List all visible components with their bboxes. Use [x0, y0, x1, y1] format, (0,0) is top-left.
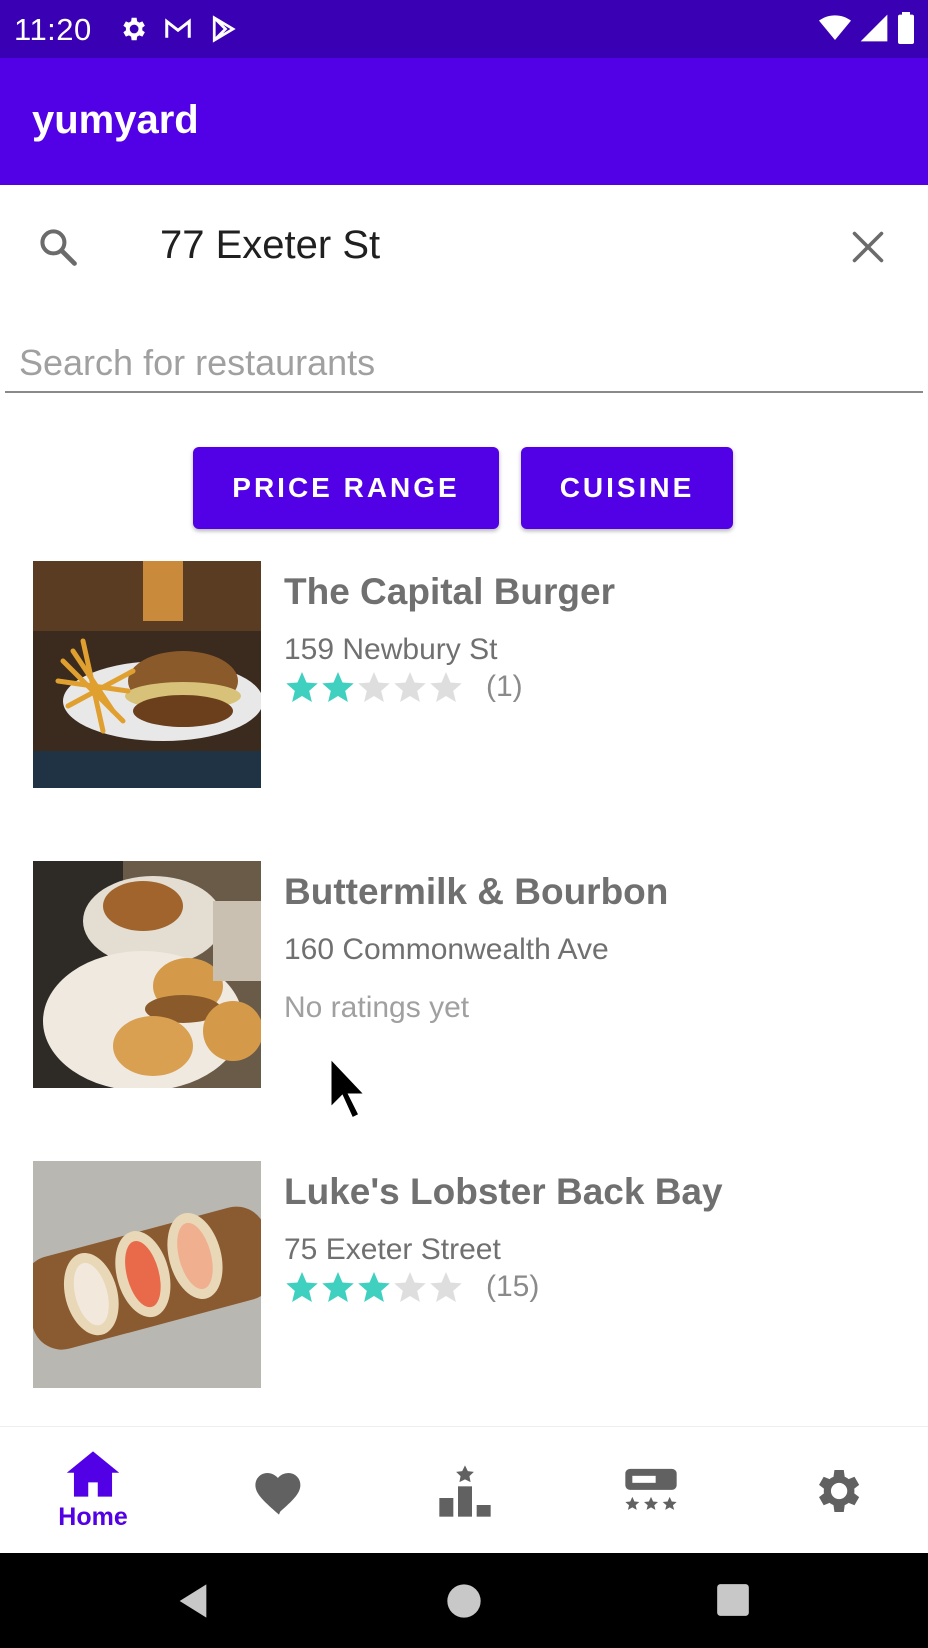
star-filled-icon — [358, 1272, 390, 1302]
status-time: 11:20 — [14, 12, 92, 47]
restaurant-name: Luke's Lobster Back Bay — [284, 1171, 723, 1212]
reviews-icon — [625, 1468, 677, 1510]
restaurant-photo — [33, 1161, 261, 1388]
recents-icon[interactable] — [714, 1581, 752, 1619]
star-empty-icon — [430, 1272, 462, 1302]
cuisine-button[interactable]: CUISINE — [521, 447, 733, 529]
settings-icon — [118, 14, 148, 49]
rating-stars: (15) — [284, 1269, 539, 1305]
restaurant-photo — [33, 861, 261, 1088]
restaurant-item[interactable]: Buttermilk & Bourbon 160 Commonwealth Av… — [0, 861, 928, 1091]
app-title: yumyard — [32, 98, 199, 142]
bottom-navigation: Home — [0, 1426, 928, 1553]
gmail-icon — [162, 14, 194, 49]
app-bar: yumyard — [0, 58, 928, 185]
restaurant-item[interactable]: Luke's Lobster Back Bay 75 Exeter Street… — [0, 1161, 928, 1391]
search-icon[interactable] — [36, 225, 80, 274]
star-filled-icon — [286, 1272, 318, 1302]
settings-icon — [819, 1469, 860, 1512]
star-filled-icon — [286, 672, 318, 702]
star-empty-icon — [394, 1272, 426, 1302]
heart-icon — [255, 1472, 301, 1515]
cell-signal-icon — [858, 12, 890, 49]
wifi-icon — [818, 12, 852, 49]
nav-item-settings[interactable] — [744, 1427, 928, 1554]
star-filled-icon — [322, 1272, 354, 1302]
close-icon[interactable] — [850, 229, 886, 270]
restaurant-item[interactable]: The Capital Burger 159 Newbury St (1) — [0, 561, 928, 791]
restaurant-address: 159 Newbury St — [284, 633, 498, 666]
home-circle-icon[interactable] — [444, 1581, 484, 1621]
nav-item-favorites[interactable] — [186, 1427, 372, 1554]
home-icon — [66, 1451, 120, 1497]
review-count: (15) — [486, 1270, 540, 1303]
mouse-cursor-icon — [328, 1055, 368, 1121]
leaderboard-icon — [439, 1464, 491, 1517]
status-bar: 11:20 — [0, 0, 928, 58]
restaurant-address: 160 Commonwealth Ave — [284, 933, 609, 966]
restaurant-name: The Capital Burger — [284, 571, 615, 612]
battery-icon — [896, 12, 916, 49]
star-empty-icon — [358, 672, 390, 702]
nav-item-home[interactable]: Home — [0, 1427, 186, 1554]
restaurant-photo — [33, 561, 261, 788]
price-range-button[interactable]: PRICE RANGE — [193, 447, 499, 529]
nav-item-reviews[interactable] — [558, 1427, 744, 1554]
address-value[interactable]: 77 Exeter St — [160, 223, 380, 268]
nav-item-leaderboard[interactable] — [372, 1427, 558, 1554]
restaurant-search-input[interactable] — [5, 335, 923, 393]
no-ratings-text: No ratings yet — [284, 991, 470, 1024]
restaurant-address: 75 Exeter Street — [284, 1233, 501, 1266]
nav-label-home: Home — [58, 1503, 128, 1531]
play-store-icon — [208, 14, 238, 49]
review-count: (1) — [486, 670, 523, 703]
back-icon[interactable] — [173, 1581, 213, 1621]
status-notification-icons — [118, 14, 238, 49]
system-navigation-bar — [0, 1553, 928, 1648]
star-empty-icon — [430, 672, 462, 702]
address-row: 77 Exeter St — [0, 185, 928, 305]
status-system-icons — [818, 12, 916, 49]
rating-stars: (1) — [284, 669, 523, 705]
star-empty-icon — [394, 672, 426, 702]
star-filled-icon — [322, 672, 354, 702]
restaurant-name: Buttermilk & Bourbon — [284, 871, 669, 912]
